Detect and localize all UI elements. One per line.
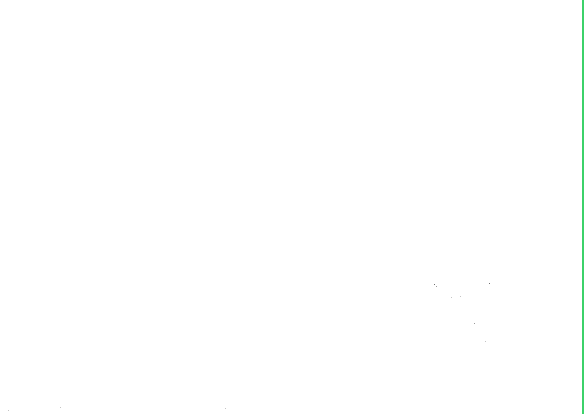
artifact-dot <box>434 284 435 285</box>
blank-canvas <box>0 0 582 414</box>
artifact-dot <box>460 296 461 297</box>
blank-screen <box>0 0 587 414</box>
artifact-dot <box>485 341 486 342</box>
artifact-dot <box>225 408 226 409</box>
artifact-dot <box>474 323 475 324</box>
artifact-dot <box>8 410 9 411</box>
artifact-dot <box>451 297 452 298</box>
artifact-dot <box>489 283 490 284</box>
artifact-dot <box>436 286 437 287</box>
artifact-dot <box>60 407 61 408</box>
